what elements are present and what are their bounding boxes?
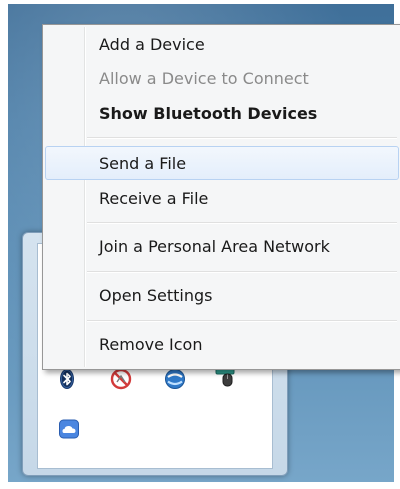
no-network-icon[interactable] — [110, 368, 132, 390]
bluetooth-icon[interactable] — [56, 368, 78, 390]
menu-item-join-personal-area-network[interactable]: Join a Personal Area Network — [45, 230, 399, 264]
menu-item-label: Receive a File — [99, 189, 209, 208]
bluetooth-context-menu: Add a Device Allow a Device to Connect S… — [42, 24, 400, 370]
menu-item-label: Open Settings — [99, 286, 213, 305]
sync-icon[interactable] — [164, 368, 186, 390]
menu-separator — [87, 271, 397, 273]
menu-item-receive-file[interactable]: Receive a File — [45, 182, 399, 216]
menu-separator — [87, 320, 397, 322]
menu-item-label: Remove Icon — [99, 335, 203, 354]
menu-item-show-bluetooth-devices[interactable]: Show Bluetooth Devices — [45, 97, 399, 131]
menu-item-label: Join a Personal Area Network — [99, 237, 330, 256]
menu-item-allow-device-to-connect: Allow a Device to Connect — [45, 62, 399, 96]
menu-item-label: Add a Device — [99, 35, 205, 54]
menu-item-open-settings[interactable]: Open Settings — [45, 279, 399, 313]
menu-item-remove-icon[interactable]: Remove Icon — [45, 328, 399, 362]
menu-item-label: Send a File — [99, 154, 187, 173]
menu-separator — [87, 222, 397, 224]
menu-item-send-file[interactable]: Send a File — [45, 146, 399, 180]
menu-item-label: Allow a Device to Connect — [99, 69, 309, 88]
tray-icon-grid — [56, 364, 266, 458]
screenshot-stage: Add a Device Allow a Device to Connect S… — [0, 0, 400, 489]
menu-item-add-device[interactable]: Add a Device — [45, 28, 399, 62]
cloud-icon[interactable] — [58, 418, 80, 440]
menu-item-label: Show Bluetooth Devices — [99, 104, 318, 123]
menu-separator — [87, 137, 397, 139]
